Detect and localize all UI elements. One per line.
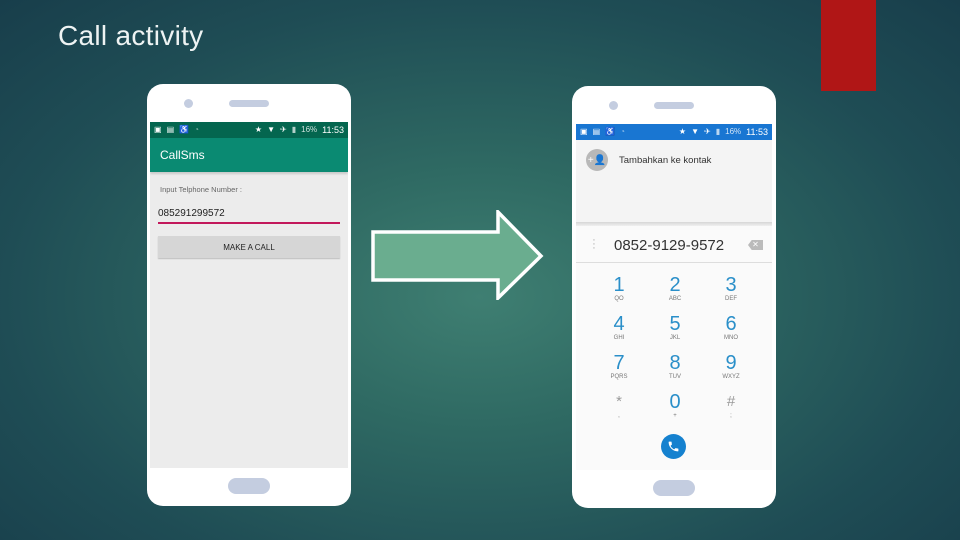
left-screen: ▣ ▤ ♿ ◔ ★ ▼ ✈ ▮ 16% 11:53 CallSms Input … [150,122,348,468]
battery-icon: ▮ [715,127,721,136]
make-call-button[interactable]: MAKE A CALL [158,236,340,258]
key-digit: 1 [613,274,625,296]
speaker-slot [654,102,694,109]
clock: 11:53 [746,127,768,137]
battery-percent: 16% [725,127,742,136]
key-letters: QO [614,296,624,302]
more-options-icon[interactable]: · · · [592,235,596,254]
status-bar: ▣ ▤ ♿ ◔ ★ ▼ ✈ ▮ 16% 11:53 [576,124,772,140]
star-icon: ★ [254,125,263,134]
key-letters: MNO [724,335,738,341]
key-letters: WXYZ [722,374,740,380]
app-title: CallSms [160,148,205,162]
wifi-icon: ▼ [691,127,700,136]
add-contact-label: Tambahkan ke kontak [619,155,712,166]
image-icon: ▣ [580,127,588,136]
dialed-number-field: · · · 0852-9129-9572 ✕ [576,228,772,263]
accessibility-icon: ♿ [179,125,190,134]
dial-key-hash[interactable]: #; [703,391,759,430]
clock: 11:53 [322,125,344,135]
slide-title: Call activity [58,20,204,51]
home-button [653,480,695,496]
right-screen: ▣ ▤ ♿ ◔ ★ ▼ ✈ ▮ 16% 11:53 +👤 Tambahkan k… [576,124,772,470]
key-digit: # [726,393,736,410]
phone-icon [668,441,679,452]
dial-key-4[interactable]: 4 GHI [591,313,647,352]
wifi-off-icon: ◔ [194,125,199,134]
key-letters: + [673,413,677,419]
key-digit: 4 [613,313,625,335]
dial-key-1[interactable]: 1 QO [591,274,647,313]
dial-key-0[interactable]: 0 + [647,391,703,430]
dial-key-5[interactable]: 5 JKL [647,313,703,352]
accent-bar [821,0,876,91]
dial-key-7[interactable]: 7 PQRS [591,352,647,391]
dial-key-3[interactable]: 3 DEF [703,274,759,313]
camera-dot [184,99,193,108]
key-letters: GHI [613,335,625,341]
key-letters: , [618,413,620,419]
add-person-icon: +👤 [586,149,608,171]
camera-dot [609,101,618,110]
airplane-icon: ✈ [280,125,287,134]
key-digit: 5 [669,313,681,335]
battery-percent: 16% [301,125,318,134]
dial-key-star[interactable]: *, [591,391,647,430]
battery-icon: ▮ [291,125,297,134]
gallery-icon: ▤ [166,125,175,134]
dial-key-6[interactable]: 6 MNO [703,313,759,352]
dialed-number: 0852-9129-9572 [614,237,725,254]
left-phone-mockup: ▣ ▤ ♿ ◔ ★ ▼ ✈ ▮ 16% 11:53 CallSms Input … [147,84,351,506]
dial-key-9[interactable]: 9 WXYZ [703,352,759,391]
wifi-icon: ▼ [267,125,276,134]
phone-number-input[interactable]: 085291299572 [158,208,225,219]
key-letters: DEF [725,296,737,302]
app-bar: CallSms [150,138,348,172]
key-digit: 7 [613,352,625,374]
image-icon: ▣ [154,125,162,134]
accessibility-icon: ♿ [605,127,616,136]
key-letters: ABC [668,296,682,302]
key-digit: 0 [669,391,681,413]
dial-key-2[interactable]: 2 ABC [647,274,703,313]
right-phone-mockup: ▣ ▤ ♿ ◔ ★ ▼ ✈ ▮ 16% 11:53 +👤 Tambahkan k… [572,86,776,508]
divider [576,222,772,226]
key-letters: JKL [669,335,681,341]
key-digit: 3 [725,274,737,296]
star-icon: ★ [678,127,687,136]
dial-keypad: 1 QO 2 ABC 3 DEF 4 GHI 5 JKL 6 MNO 7 PQRS 8 TUV 9 WXYZ *, 0… [591,274,761,430]
key-letters: PQRS [610,374,628,380]
key-digit: 8 [669,352,681,374]
home-button [228,478,270,494]
arrow-right-icon [371,210,544,300]
key-digit: 6 [725,313,737,335]
backspace-icon[interactable]: ✕ [748,240,763,250]
status-bar: ▣ ▤ ♿ ◔ ★ ▼ ✈ ▮ 16% 11:53 [150,122,348,138]
add-contact-row[interactable]: +👤 Tambahkan ke kontak [576,140,772,222]
dial-key-8[interactable]: 8 TUV [647,352,703,391]
wifi-off-icon: ◔ [620,127,625,136]
key-letters: ; [730,413,732,419]
key-digit: 9 [725,352,737,374]
speaker-slot [229,100,269,107]
airplane-icon: ✈ [704,127,711,136]
input-underline [158,222,340,224]
key-letters: TUV [669,374,681,380]
input-label: Input Telphone Number : [160,185,242,194]
gallery-icon: ▤ [592,127,601,136]
dial-call-button[interactable] [661,434,686,459]
key-digit: 2 [669,274,681,296]
key-digit: * [616,393,622,410]
